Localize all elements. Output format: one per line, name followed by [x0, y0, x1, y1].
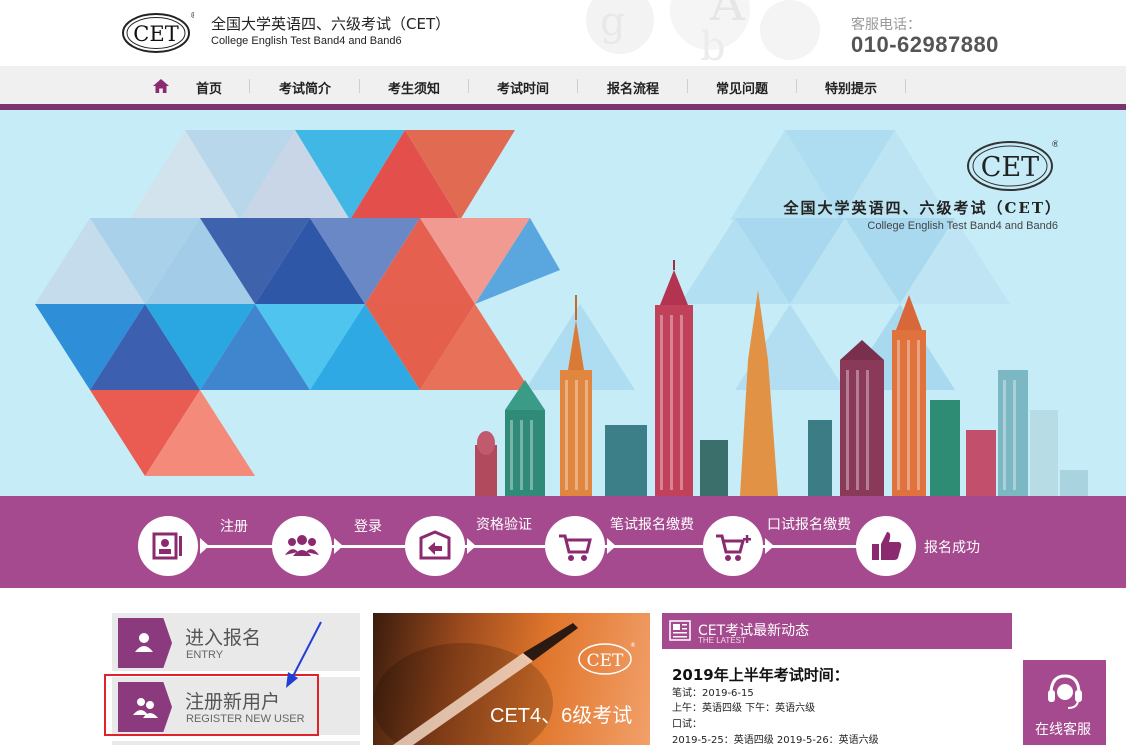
hero-banner	[0, 110, 1126, 496]
step-arrow	[467, 538, 476, 554]
nav-item-schedule[interactable]: 考试时间	[497, 78, 549, 97]
promo-cet-logo: CET ®	[578, 642, 635, 675]
nav-item-home[interactable]: 首页	[196, 78, 222, 97]
svg-text:g: g	[600, 0, 626, 45]
nav-separator	[249, 79, 250, 93]
phone-label: 客服电话：	[851, 17, 921, 33]
nav-item-intro[interactable]: 考试简介	[279, 78, 331, 97]
step-label: 口试报名缴费	[767, 517, 851, 533]
register-icon	[152, 532, 182, 560]
nav-item-notice[interactable]: 考生须知	[388, 78, 440, 97]
site-title-cn: 全国大学英语四、六级考试（CET）	[211, 15, 451, 33]
nav-separator	[577, 79, 578, 93]
nav-separator	[687, 79, 688, 93]
annotation-arrow	[286, 621, 322, 688]
step-label: 报名成功	[924, 540, 980, 556]
svg-text:®: ®	[190, 11, 194, 20]
step-verify	[405, 516, 465, 576]
banner-title-cn: 全国大学英语四、六级考试（CET）	[783, 199, 1062, 217]
step-label: 资格验证	[476, 517, 532, 533]
nav-item-tips[interactable]: 特别提示	[825, 78, 877, 97]
phone-number: 010-62987880	[851, 32, 999, 57]
news-line: 上午：英语四级 下午：英语六级	[672, 703, 816, 714]
nav-item-faq[interactable]: 常见问题	[716, 78, 768, 97]
banner-cet-logo: CET ®	[967, 140, 1058, 191]
header-decoration: g A b	[586, 0, 820, 66]
news-line: 笔试：2019-6-15	[672, 688, 754, 699]
nav-separator	[796, 79, 797, 93]
thumbs-up-icon	[872, 532, 902, 560]
svg-text:CET: CET	[133, 22, 178, 46]
svg-text:CET: CET	[587, 651, 624, 671]
news-line: 2019-5-25：英语四级 2019-5-26：英语六级	[672, 735, 879, 745]
cet-logo[interactable]: CET ®	[120, 8, 194, 54]
step-arrow	[765, 538, 774, 554]
step-written-payment	[545, 516, 605, 576]
entry-label-en: ENTRY	[186, 649, 224, 661]
nav-separator	[359, 79, 360, 93]
next-card-partial	[112, 741, 360, 745]
entry-label-cn: 进入报名	[185, 627, 262, 649]
verify-icon	[419, 530, 451, 560]
entry-icon-badge	[118, 618, 172, 668]
news-line: 口试：	[672, 719, 702, 730]
svg-text:®: ®	[1051, 140, 1058, 150]
banner-title-en: College English Test Band4 and Band6	[867, 220, 1058, 232]
cart-plus-icon	[716, 534, 751, 561]
step-label: 笔试报名缴费	[610, 517, 694, 533]
banner-artwork	[35, 130, 1088, 496]
step-arrow	[200, 538, 209, 554]
step-success	[856, 516, 916, 576]
nav-item-process[interactable]: 报名流程	[607, 78, 659, 97]
login-icon	[285, 535, 319, 556]
news-headline[interactable]: 2019年上半年考试时间：	[672, 664, 849, 685]
step-register	[138, 516, 198, 576]
user-icon	[135, 633, 153, 652]
step-oral-payment	[703, 516, 763, 576]
home-icon[interactable]	[152, 77, 170, 95]
site-title-en: College English Test Band4 and Band6	[211, 35, 402, 47]
step-login	[272, 516, 332, 576]
step-arrow	[607, 538, 616, 554]
step-label: 登录	[354, 519, 382, 535]
step-label: 注册	[220, 519, 248, 535]
step-arrow	[334, 538, 343, 554]
news-subtitle: THE LATEST	[698, 636, 746, 645]
svg-text:CET: CET	[981, 152, 1039, 183]
nav-separator	[468, 79, 469, 93]
online-service-label: 在线客服	[1035, 722, 1091, 738]
svg-text:b: b	[700, 24, 726, 66]
promo-text: CET4、6级考试	[490, 705, 633, 727]
cart-icon	[559, 534, 592, 561]
svg-text:®: ®	[630, 642, 635, 649]
headset-icon	[1048, 674, 1082, 709]
nav-separator	[905, 79, 906, 93]
news-icon	[669, 620, 691, 641]
